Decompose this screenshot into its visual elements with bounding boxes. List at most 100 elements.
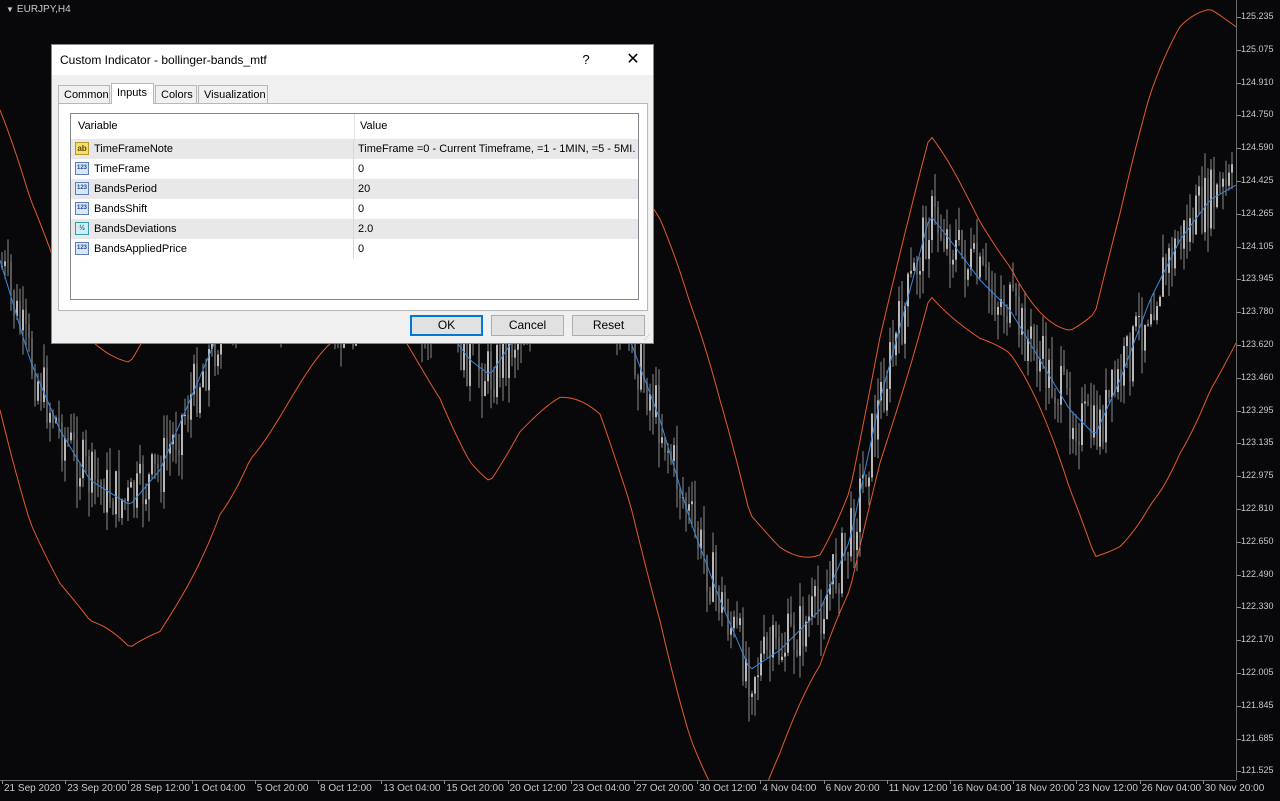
candle-body (217, 354, 219, 367)
candle-body (826, 594, 828, 620)
candle-body (1162, 257, 1164, 297)
candle-body (1189, 218, 1191, 242)
price-axis[interactable]: 125.235 125.075 124.910 124.750 124.590 124.4… (1236, 0, 1280, 780)
candle-body (1225, 178, 1227, 186)
tab-visualization[interactable]: Visualization (198, 85, 268, 103)
candle-body (739, 618, 741, 626)
candle-body (1159, 296, 1161, 307)
input-row-bandsperiod[interactable]: 123 BandsPeriod 20 (71, 179, 638, 199)
reset-button[interactable]: Reset (572, 315, 645, 336)
integer-type-icon: 123 (75, 182, 89, 195)
column-divider[interactable] (354, 114, 355, 139)
dialog-titlebar[interactable]: Custom Indicator - bollinger-bands_mtf ?… (52, 45, 653, 75)
candle-body (925, 217, 927, 259)
candle-body (37, 381, 39, 401)
candle-body (871, 413, 873, 478)
candle-body (514, 349, 516, 358)
value-cell[interactable]: 20 (358, 179, 636, 199)
resize-grip-icon[interactable]: ⋰ (644, 334, 652, 342)
candle-body (949, 229, 951, 265)
candle-body (976, 243, 978, 278)
candle-body (865, 474, 867, 487)
candle-body (688, 504, 690, 511)
input-row-bandsdeviations[interactable]: ½ BandsDeviations 2.0 (71, 219, 638, 239)
candle-body (784, 652, 786, 657)
lower-band-line (0, 296, 1236, 780)
candle-body (823, 619, 825, 634)
dropdown-triangle-icon[interactable]: ▼ (6, 5, 14, 14)
tab-common[interactable]: Common (58, 85, 110, 103)
candle-body (205, 371, 207, 391)
candle-body (151, 454, 153, 475)
candle-body (490, 351, 492, 390)
variable-column-header[interactable]: Variable (78, 120, 118, 132)
variable-name: TimeFrame (94, 163, 150, 175)
value-cell[interactable]: 0 (358, 239, 636, 259)
candle-body (469, 343, 471, 386)
candle-body (112, 502, 114, 515)
candle-body (1060, 365, 1062, 405)
candle-body (853, 508, 855, 551)
candle-body (1036, 349, 1038, 372)
input-row-timeframenote[interactable]: ab TimeFrameNote TimeFrame =0 - Current T… (71, 139, 638, 159)
candle-body (1096, 405, 1098, 447)
candle-body (70, 432, 72, 441)
candle-body (919, 271, 921, 275)
time-axis[interactable]: 21 Sep 2020 23 Sep 20:00 28 Sep 12:00 1 Oct… (0, 780, 1264, 801)
candle-body (1156, 306, 1158, 321)
candle-body (157, 464, 159, 469)
tab-colors[interactable]: Colors (155, 85, 197, 103)
candle-body (1219, 184, 1221, 187)
candle-body (61, 422, 63, 461)
candle-body (64, 438, 66, 461)
candle-body (175, 434, 177, 450)
value-cell[interactable]: TimeFrame =0 - Current Timeframe, =1 - 1… (358, 139, 636, 159)
input-row-bandsshift[interactable]: 123 BandsShift 0 (71, 199, 638, 219)
candle-body (136, 473, 138, 508)
input-row-timeframe[interactable]: 123 TimeFrame 0 (71, 159, 638, 179)
candle-body (994, 297, 996, 315)
candle-body (1117, 369, 1119, 393)
candle-body (820, 610, 822, 634)
value-cell[interactable]: 2.0 (358, 219, 636, 239)
ok-button[interactable]: OK (410, 315, 483, 336)
candle-body (1006, 316, 1008, 323)
candle-body (76, 439, 78, 487)
symbol-label: ▼ EURJPY,H4 (6, 4, 71, 15)
candle-body (700, 529, 702, 549)
candle-body (913, 262, 915, 271)
value-column-header[interactable]: Value (360, 120, 387, 132)
help-icon[interactable]: ? (574, 47, 598, 73)
value-cell[interactable]: 0 (358, 199, 636, 219)
candle-body (961, 230, 963, 255)
variable-name: BandsDeviations (94, 223, 177, 235)
candle-body (85, 439, 87, 457)
candle-body (1066, 372, 1068, 389)
candle-body (1033, 326, 1035, 350)
input-row-bandsappliedprice[interactable]: 123 BandsAppliedPrice 0 (71, 239, 638, 259)
value-cell[interactable]: 0 (358, 159, 636, 179)
candle-body (73, 432, 75, 440)
candle-body (58, 417, 60, 423)
cancel-button[interactable]: Cancel (491, 315, 564, 336)
candle-body (505, 340, 507, 378)
candle-body (772, 625, 774, 658)
candle-body (637, 375, 639, 390)
candle-body (952, 259, 954, 265)
inputs-grid: Variable Value ab TimeFrameNote TimeFrame… (70, 113, 639, 300)
dialog-title: Custom Indicator - bollinger-bands_mtf (60, 53, 267, 67)
candle-body (778, 637, 780, 661)
close-icon[interactable]: ✕ (618, 47, 648, 73)
candle-body (1099, 409, 1101, 447)
double-type-icon: ½ (75, 222, 89, 235)
tab-inputs[interactable]: Inputs (111, 83, 154, 104)
candle-body (946, 229, 948, 249)
candle-body (46, 367, 48, 423)
symbol-text: EURJPY,H4 (16, 4, 71, 15)
candle-body (43, 367, 45, 403)
candle-body (133, 482, 135, 508)
candle-body (979, 256, 981, 278)
candle-body (781, 656, 783, 661)
candle-body (967, 269, 969, 280)
candle-body (763, 636, 765, 654)
